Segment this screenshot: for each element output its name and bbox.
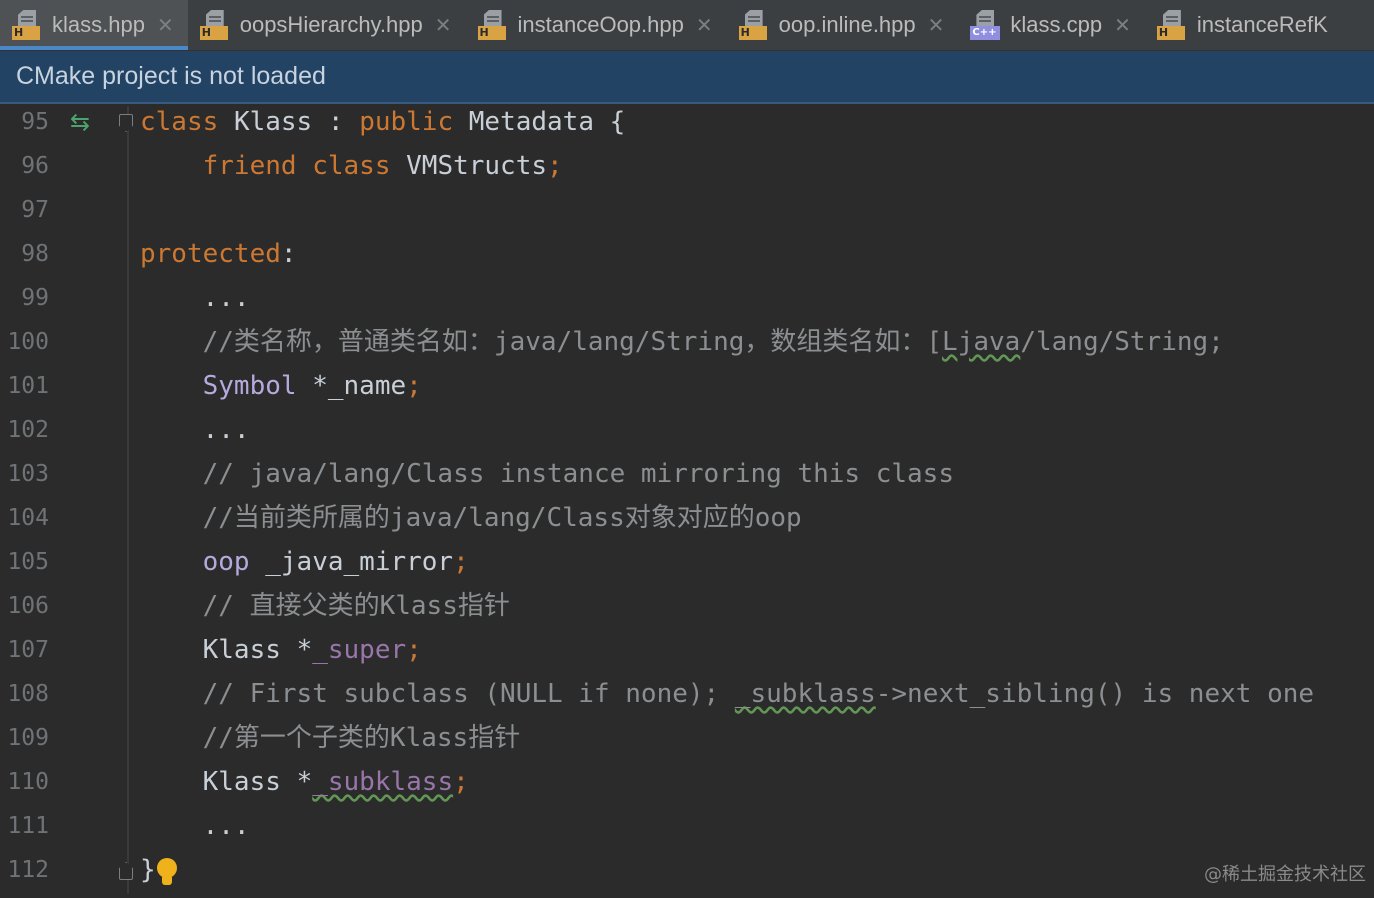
tab-oop-inline-hpp[interactable]: H oop.inline.hpp ✕ bbox=[727, 0, 959, 50]
cpp-file-icon: C++ bbox=[970, 10, 1002, 40]
tab-label: instanceOop.hpp bbox=[517, 12, 684, 37]
tab-label: klass.hpp bbox=[52, 12, 145, 37]
code-line: 107 Klass *_super; bbox=[0, 634, 1374, 678]
tab-label: instanceRefK bbox=[1196, 12, 1328, 37]
close-icon[interactable]: ✕ bbox=[1114, 13, 1131, 37]
cmake-notification-bar: CMake project is not loaded bbox=[0, 51, 1374, 104]
tab-klass-hpp[interactable]: H klass.hpp ✕ bbox=[0, 0, 188, 50]
close-icon[interactable]: ✕ bbox=[157, 13, 174, 37]
line-number: 111 bbox=[7, 813, 49, 839]
line-number: 110 bbox=[7, 769, 49, 795]
line-number: 101 bbox=[7, 373, 49, 399]
tab-instancerefklass[interactable]: H instanceRefK bbox=[1145, 0, 1342, 50]
line-number: 96 bbox=[21, 153, 49, 179]
line-number: 95 bbox=[21, 109, 49, 135]
watermark: @稀土掘金技术社区 bbox=[1204, 864, 1366, 885]
code-line: 108 // First subclass (NULL if none); _s… bbox=[0, 678, 1374, 722]
header-file-icon: H bbox=[12, 10, 44, 40]
code-line: 100 //类名称，普通类名如：java/lang/String，数组类名如：[… bbox=[0, 326, 1374, 370]
code-line: 111 ... bbox=[0, 810, 1374, 854]
notification-text: CMake project is not loaded bbox=[16, 62, 326, 90]
tab-instanceoop-hpp[interactable]: H instanceOop.hpp ✕ bbox=[466, 0, 727, 50]
code-line: 102 ... bbox=[0, 414, 1374, 458]
close-icon[interactable]: ✕ bbox=[435, 13, 452, 37]
tab-klass-cpp[interactable]: C++ klass.cpp ✕ bbox=[958, 0, 1144, 50]
header-file-icon: H bbox=[1156, 10, 1189, 40]
line-number: 107 bbox=[7, 637, 49, 663]
close-icon[interactable]: ✕ bbox=[928, 13, 945, 37]
tab-label: oop.inline.hpp bbox=[778, 12, 916, 37]
code-line: 96 friend class VMStructs; bbox=[0, 150, 1374, 194]
code-line: 106 // 直接父类的Klass指针 bbox=[0, 590, 1374, 634]
line-number: 112 bbox=[7, 857, 49, 883]
line-number: 105 bbox=[7, 549, 49, 575]
header-file-icon: H bbox=[199, 10, 232, 40]
editor-tab-bar: H klass.hpp ✕ H oopsHierarchy.hpp ✕ H in… bbox=[0, 0, 1374, 51]
tab-label: klass.cpp bbox=[1010, 12, 1103, 37]
code-line: 95 ⇆ class Klass : public Metadata { bbox=[0, 106, 1374, 150]
line-number: 109 bbox=[7, 725, 49, 751]
line-number: 98 bbox=[21, 241, 49, 267]
override-arrows-icon[interactable]: ⇆ bbox=[70, 108, 98, 136]
line-number: 103 bbox=[7, 461, 49, 487]
code-editor[interactable]: 95 ⇆ class Klass : public Metadata { 96 … bbox=[0, 106, 1374, 894]
line-number: 108 bbox=[7, 681, 49, 707]
close-icon[interactable]: ✕ bbox=[696, 13, 713, 37]
line-number: 99 bbox=[21, 285, 49, 311]
header-file-icon: H bbox=[738, 10, 771, 40]
code-line: 105 oop _java_mirror; bbox=[0, 546, 1374, 590]
code-line: 112 } bbox=[0, 854, 1374, 898]
tab-label: oopsHierarchy.hpp bbox=[239, 12, 423, 37]
fold-open-icon[interactable] bbox=[119, 114, 133, 132]
code-line: 101 Symbol *_name; bbox=[0, 370, 1374, 414]
lightbulb-icon[interactable] bbox=[156, 858, 178, 888]
code-line: 98 protected: bbox=[0, 238, 1374, 282]
code-line: 104 //当前类所属的java/lang/Class对象对应的oop bbox=[0, 502, 1374, 546]
tab-oopshierarchy-hpp[interactable]: H oopsHierarchy.hpp ✕ bbox=[188, 0, 466, 50]
line-number: 106 bbox=[7, 593, 49, 619]
code-line: 109 //第一个子类的Klass指针 bbox=[0, 722, 1374, 766]
header-file-icon: H bbox=[477, 10, 510, 40]
line-number: 100 bbox=[7, 329, 49, 355]
fold-close-icon[interactable] bbox=[119, 862, 133, 880]
code-line: 99 ... bbox=[0, 282, 1374, 326]
line-number: 102 bbox=[7, 417, 49, 443]
line-number: 104 bbox=[7, 505, 49, 531]
code-line: 103 // java/lang/Class instance mirrorin… bbox=[0, 458, 1374, 502]
line-number: 97 bbox=[21, 197, 49, 223]
code-line: 97 bbox=[0, 194, 1374, 238]
code-line: 110 Klass *_subklass; bbox=[0, 766, 1374, 810]
